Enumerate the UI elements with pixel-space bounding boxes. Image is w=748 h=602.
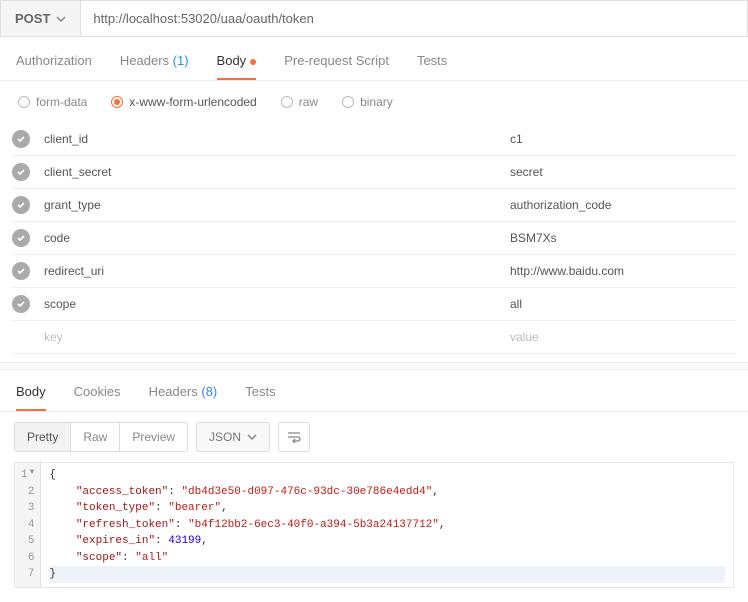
tab-authorization[interactable]: Authorization: [16, 53, 92, 80]
param-row[interactable]: redirect_urihttp://www.baidu.com: [12, 255, 736, 288]
radio-urlencoded[interactable]: x-www-form-urlencoded: [111, 95, 256, 109]
radio-binary[interactable]: binary: [342, 95, 393, 109]
param-key-placeholder[interactable]: key: [40, 330, 510, 344]
resp-tab-tests[interactable]: Tests: [245, 384, 275, 411]
wrap-lines-button[interactable]: [278, 422, 310, 452]
radio-raw[interactable]: raw: [281, 95, 318, 109]
resp-tab-headers[interactable]: Headers (8): [149, 384, 218, 411]
chevron-down-icon: [247, 432, 257, 442]
checkmark-icon[interactable]: [12, 130, 30, 148]
param-row[interactable]: scopeall: [12, 288, 736, 321]
param-value[interactable]: secret: [510, 165, 736, 179]
format-dropdown[interactable]: JSON: [196, 422, 270, 452]
view-raw-button[interactable]: Raw: [70, 423, 119, 451]
body-type-selector: form-data x-www-form-urlencoded raw bina…: [0, 81, 748, 123]
code-content[interactable]: { "access_token": "db4d3e50-d097-476c-93…: [41, 463, 733, 587]
param-key[interactable]: client_id: [40, 132, 510, 146]
line-gutter: 1 ▼234567: [15, 463, 41, 587]
method-dropdown[interactable]: POST: [1, 1, 81, 36]
view-mode-group: Pretty Raw Preview: [14, 422, 188, 452]
response-tabs: Body Cookies Headers (8) Tests: [0, 370, 748, 412]
resp-headers-count: (8): [201, 384, 217, 399]
url-input[interactable]: [81, 1, 747, 36]
param-row[interactable]: client_idc1: [12, 123, 736, 156]
section-divider: [0, 362, 748, 370]
tab-headers[interactable]: Headers (1): [120, 53, 189, 80]
resp-tab-cookies[interactable]: Cookies: [74, 384, 121, 411]
param-key[interactable]: grant_type: [40, 198, 510, 212]
tab-body[interactable]: Body: [217, 53, 257, 80]
param-value-placeholder[interactable]: value: [510, 330, 736, 344]
param-row[interactable]: codeBSM7Xs: [12, 222, 736, 255]
param-value[interactable]: authorization_code: [510, 198, 736, 212]
checkmark-icon[interactable]: [12, 295, 30, 313]
param-row-new[interactable]: keyvalue: [12, 321, 736, 354]
param-key[interactable]: code: [40, 231, 510, 245]
response-body: 1 ▼234567 { "access_token": "db4d3e50-d0…: [14, 462, 734, 588]
checkmark-icon[interactable]: [12, 163, 30, 181]
param-row[interactable]: grant_typeauthorization_code: [12, 189, 736, 222]
param-value[interactable]: BSM7Xs: [510, 231, 736, 245]
param-value[interactable]: http://www.baidu.com: [510, 264, 736, 278]
param-key[interactable]: redirect_uri: [40, 264, 510, 278]
request-bar: POST: [0, 0, 748, 37]
headers-count: (1): [173, 53, 189, 68]
resp-tab-body[interactable]: Body: [16, 384, 46, 411]
param-key[interactable]: scope: [40, 297, 510, 311]
param-row[interactable]: client_secretsecret: [12, 156, 736, 189]
request-tabs: Authorization Headers (1) Body Pre-reque…: [0, 37, 748, 81]
tab-tests[interactable]: Tests: [417, 53, 447, 80]
radio-form-data[interactable]: form-data: [18, 95, 87, 109]
view-pretty-button[interactable]: Pretty: [15, 423, 70, 451]
param-value[interactable]: c1: [510, 132, 736, 146]
method-label: POST: [15, 11, 50, 26]
checkmark-icon[interactable]: [12, 262, 30, 280]
params-table: client_idc1client_secretsecretgrant_type…: [0, 123, 748, 354]
checkmark-icon[interactable]: [12, 196, 30, 214]
tab-prerequest[interactable]: Pre-request Script: [284, 53, 389, 80]
param-key[interactable]: client_secret: [40, 165, 510, 179]
param-value[interactable]: all: [510, 297, 736, 311]
view-preview-button[interactable]: Preview: [119, 423, 187, 451]
chevron-down-icon: [56, 14, 66, 24]
dirty-indicator-icon: [250, 59, 256, 65]
checkmark-icon[interactable]: [12, 229, 30, 247]
wrap-icon: [287, 431, 301, 443]
response-toolbar: Pretty Raw Preview JSON: [0, 412, 748, 462]
